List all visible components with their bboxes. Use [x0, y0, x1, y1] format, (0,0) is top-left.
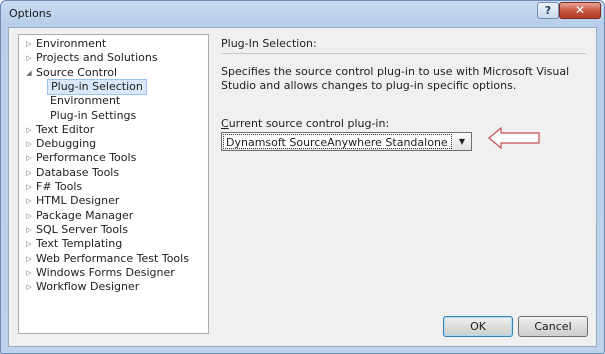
plugin-select-value: Dynamsoft SourceAnywhere Standalone	[223, 134, 452, 149]
tree-item[interactable]: ▷ Projects and Solutions	[19, 51, 208, 65]
tree-item[interactable]: ▷ HTML Designer	[19, 194, 208, 208]
expand-triangle-icon[interactable]: ▷	[25, 123, 33, 137]
tree-item[interactable]: ▷ Workflow Designer	[19, 280, 208, 294]
tree-item[interactable]: ▷ Package Manager	[19, 209, 208, 223]
tree-item-label: F# Tools	[36, 180, 83, 193]
tree-item[interactable]: ▷ F# Tools	[19, 180, 208, 194]
expand-triangle-icon[interactable]: ▷	[25, 209, 33, 223]
heading-divider	[221, 53, 586, 54]
dialog-client-area: ▷ Environment ▷ Projects and Solutions ◢ Sour…	[8, 27, 597, 347]
tree-item[interactable]: ▷ SQL Server Tools	[19, 223, 208, 237]
collapse-triangle-icon[interactable]: ◢	[25, 66, 33, 80]
window-title: Options	[9, 7, 52, 20]
tree-item-label: Workflow Designer	[36, 280, 140, 294]
tree-item[interactable]: ▷ Web Performance Test Tools	[19, 252, 208, 266]
title-bar[interactable]: Options ? ✕	[1, 1, 604, 27]
tree-item-label: Package Manager	[36, 208, 134, 222]
section-heading: Plug-In Selection:	[221, 37, 317, 50]
tree-item[interactable]: Environment	[19, 94, 208, 108]
options-dialog: Options ? ✕ ▷ Environment ▷ Projects and So…	[0, 0, 605, 354]
tree-item-label: Environment	[50, 94, 121, 108]
expand-triangle-icon[interactable]: ▷	[25, 266, 33, 280]
expand-triangle-icon[interactable]: ▷	[25, 237, 33, 251]
tree-item-label: Web Performance Test Tools	[36, 251, 189, 265]
tree-item[interactable]: Plug-in Settings	[19, 109, 208, 123]
tree-item[interactable]: ▷ Debugging	[19, 137, 208, 151]
close-button[interactable]: ✕	[559, 2, 601, 19]
expand-triangle-icon[interactable]: ▷	[25, 280, 33, 294]
tree-item[interactable]: ▷ Performance Tools	[19, 151, 208, 165]
options-tree[interactable]: ▷ Environment ▷ Projects and Solutions ◢ Sour…	[18, 34, 209, 334]
tree-item[interactable]: ◢ Source Control	[19, 66, 208, 80]
tree-item-label: HTML Designer	[36, 194, 120, 208]
expand-triangle-icon[interactable]: ▷	[25, 180, 33, 194]
expand-triangle-icon[interactable]: ▷	[25, 151, 33, 165]
arrow-left-icon	[488, 126, 540, 150]
expand-triangle-icon[interactable]: ▷	[25, 223, 33, 237]
tree-item-label: Windows Forms Designer	[36, 265, 175, 279]
tree-item-label: Environment	[36, 37, 107, 50]
tree-item-label: Plug-in Settings	[50, 108, 137, 122]
cancel-button[interactable]: Cancel	[518, 316, 588, 337]
tree-item-label: Database Tools	[36, 165, 120, 179]
tree-item[interactable]: ▷ Text Templating	[19, 237, 208, 251]
chevron-down-icon[interactable]: ▼	[456, 134, 468, 149]
tree-item[interactable]: Plug-in Selection	[19, 78, 208, 95]
source-control-plugin-select[interactable]: Dynamsoft SourceAnywhere Standalone ▼	[221, 132, 472, 151]
expand-triangle-icon[interactable]: ▷	[25, 51, 33, 65]
tree-item-label: Text Editor	[36, 122, 95, 136]
expand-triangle-icon[interactable]: ▷	[25, 194, 33, 208]
tree-item-label: Performance Tools	[36, 151, 137, 165]
expand-triangle-icon[interactable]: ▷	[25, 37, 33, 51]
expand-triangle-icon[interactable]: ▷	[25, 137, 33, 151]
tree-item[interactable]: ▷ Text Editor	[19, 123, 208, 137]
help-button[interactable]: ?	[537, 2, 559, 19]
tree-item-label: Source Control	[36, 65, 118, 79]
ok-button[interactable]: OK	[443, 316, 513, 337]
plugin-combo-label-text: urrent source control plug-in:	[228, 117, 390, 130]
tree-item-label: SQL Server Tools	[36, 222, 128, 236]
section-description: Specifies the source control plug-in to …	[221, 65, 570, 92]
tree-item[interactable]: ▷ Database Tools	[19, 166, 208, 180]
expand-triangle-icon[interactable]: ▷	[25, 166, 33, 180]
tree-item-label: Text Templating	[36, 237, 123, 251]
tree-item[interactable]: ▷ Windows Forms Designer	[19, 266, 208, 280]
tree-item-label: Projects and Solutions	[36, 51, 158, 65]
accelerator-key: C	[221, 117, 229, 130]
tree-item-label: Debugging	[36, 137, 97, 151]
tree-item-label: Plug-in Selection	[47, 78, 147, 95]
expand-triangle-icon[interactable]: ▷	[25, 252, 33, 266]
plugin-combo-label: Current source control plug-in:	[221, 117, 389, 130]
tree-item[interactable]: ▷ Environment	[19, 37, 208, 51]
